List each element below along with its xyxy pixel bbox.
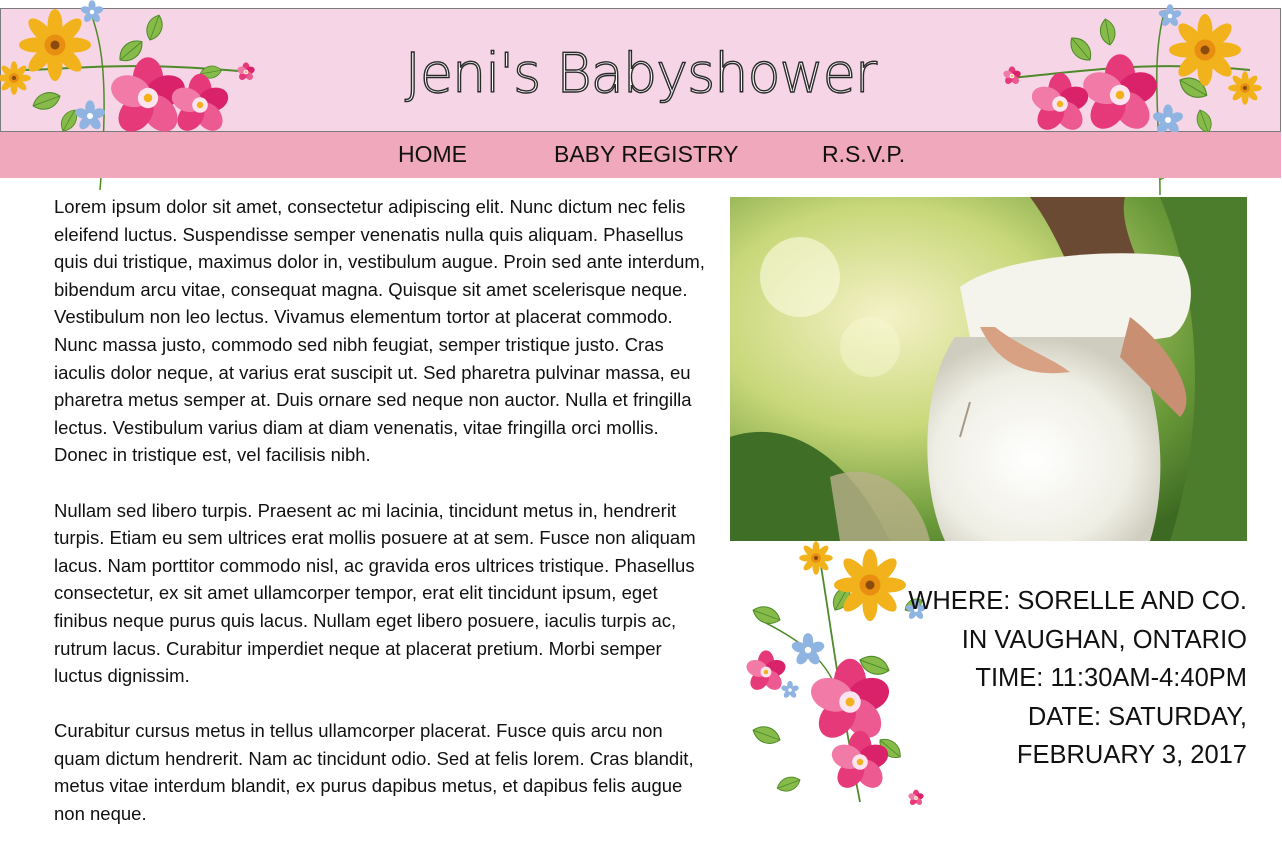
paragraph: Curabitur cursus metus in tellus ullamco… bbox=[54, 720, 694, 825]
nav-home[interactable]: HOME bbox=[398, 141, 467, 168]
event-where: WHERE: SORELLE AND CO. IN VAUGHAN, ONTAR… bbox=[908, 587, 1247, 654]
event-details: WHERE: SORELLE AND CO. IN VAUGHAN, ONTAR… bbox=[900, 582, 1247, 775]
pregnant-woman-photo bbox=[730, 197, 1247, 541]
intro-text: Lorem ipsum dolor sit amet, consectetur … bbox=[54, 193, 714, 855]
event-date: DATE: SATURDAY, FEBRUARY 3, 2017 bbox=[1016, 702, 1247, 770]
event-time: TIME: 11:30AM-4:40PM bbox=[975, 664, 1247, 692]
nav-rsvp[interactable]: R.S.V.P. bbox=[822, 141, 905, 168]
main-nav: HOME BABY REGISTRY R.S.V.P. bbox=[0, 132, 1281, 178]
floral-decoration-details bbox=[744, 541, 927, 807]
paragraph: Nullam sed libero turpis. Praesent ac mi… bbox=[54, 499, 696, 687]
paragraph: Lorem ipsum dolor sit amet, consectetur … bbox=[54, 196, 705, 466]
nav-baby-registry[interactable]: BABY REGISTRY bbox=[554, 141, 739, 168]
